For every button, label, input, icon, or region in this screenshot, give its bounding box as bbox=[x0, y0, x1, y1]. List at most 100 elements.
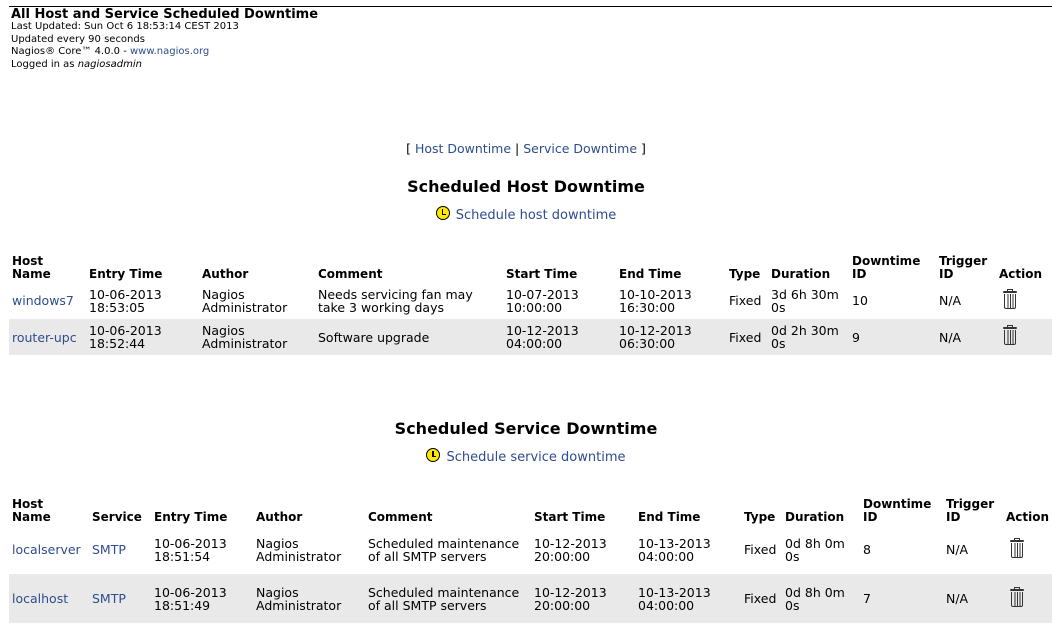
col-host-name[interactable]: Host Name bbox=[9, 248, 86, 282]
host-downtime-link[interactable]: Host Downtime bbox=[415, 141, 511, 156]
version-line: Nagios® Core™ 4.0.0 - www.nagios.org bbox=[11, 46, 318, 59]
action-cell bbox=[1003, 525, 1052, 574]
last-updated: Last Updated: Sun Oct 6 18:53:14 CEST 20… bbox=[11, 21, 239, 32]
end-time: 10-13-2013 04:00:00 bbox=[635, 525, 741, 574]
comment: Scheduled maintenance of all SMTP server… bbox=[365, 574, 531, 623]
col-entry-time[interactable]: Entry Time bbox=[151, 488, 253, 525]
end-time: 10-10-2013 16:30:00 bbox=[616, 282, 726, 319]
page-title: All Host and Service Scheduled Downtime bbox=[11, 7, 319, 22]
host-link[interactable]: windows7 bbox=[12, 293, 74, 308]
col-entry-time[interactable]: Entry Time bbox=[86, 248, 199, 282]
clock-icon bbox=[435, 206, 450, 220]
service-link[interactable]: SMTP bbox=[92, 542, 126, 557]
type: Fixed bbox=[726, 282, 768, 319]
schedule-host-downtime[interactable]: Schedule host downtime bbox=[0, 206, 1052, 223]
start-time: 10-12-2013 20:00:00 bbox=[531, 574, 635, 623]
switcher-sep: | bbox=[511, 141, 524, 156]
action-cell bbox=[996, 282, 1052, 319]
update-interval: Updated every 90 seconds bbox=[11, 33, 145, 45]
duration: 3d 6h 30m 0s bbox=[768, 282, 849, 319]
info-box: All Host and Service Scheduled Downtime … bbox=[11, 8, 318, 71]
nagios-site-link[interactable]: www.nagios.org bbox=[130, 46, 209, 57]
col-trigger-id[interactable]: Trigger ID bbox=[943, 488, 1003, 525]
start-time: 10-07-2013 10:00:00 bbox=[503, 282, 616, 319]
comment: Software upgrade bbox=[315, 319, 503, 355]
author: Nagios Administrator bbox=[199, 319, 315, 355]
col-action: Action bbox=[1006, 510, 1050, 524]
col-downtime-id[interactable]: Downtime ID bbox=[860, 488, 943, 525]
version-text: Nagios® Core™ 4.0.0 - bbox=[11, 46, 130, 57]
trigger-id: N/A bbox=[943, 525, 1003, 574]
col-downtime-id[interactable]: Downtime ID bbox=[849, 248, 936, 282]
service-downtime-table: Host Name Service Entry Time Author Comm… bbox=[9, 488, 1052, 623]
host-table-header: Host Name Entry Time Author Comment Star… bbox=[9, 248, 1052, 282]
action-cell bbox=[1003, 574, 1052, 623]
duration: 0d 8h 0m 0s bbox=[782, 525, 860, 574]
col-start-time[interactable]: Start Time bbox=[531, 488, 635, 525]
entry-time: 10-06-2013 18:53:05 bbox=[86, 282, 199, 319]
type: Fixed bbox=[726, 319, 768, 355]
table-row: windows7 10-06-2013 18:53:05 Nagios Admi… bbox=[9, 282, 1052, 319]
host-link[interactable]: router-upc bbox=[12, 330, 77, 345]
switcher-close: ] bbox=[637, 141, 646, 156]
service-link[interactable]: SMTP bbox=[92, 591, 126, 606]
trash-icon[interactable] bbox=[1010, 586, 1024, 608]
author: Nagios Administrator bbox=[253, 574, 365, 623]
trigger-id: N/A bbox=[936, 282, 996, 319]
end-time: 10-13-2013 04:00:00 bbox=[635, 574, 741, 623]
col-end-time[interactable]: End Time bbox=[635, 488, 741, 525]
col-start-time[interactable]: Start Time bbox=[503, 248, 616, 282]
col-duration[interactable]: Duration bbox=[768, 248, 849, 282]
logged-in-label: Logged in as bbox=[11, 58, 78, 70]
type: Fixed bbox=[741, 525, 782, 574]
author: Nagios Administrator bbox=[253, 525, 365, 574]
trash-icon[interactable] bbox=[1003, 288, 1017, 310]
downtime-switcher: [ Host Downtime | Service Downtime ] bbox=[0, 141, 1052, 156]
col-duration[interactable]: Duration bbox=[782, 488, 860, 525]
start-time: 10-12-2013 04:00:00 bbox=[503, 319, 616, 355]
downtime-id: 9 bbox=[849, 319, 936, 355]
col-comment[interactable]: Comment bbox=[365, 488, 531, 525]
service-downtime-link[interactable]: Service Downtime bbox=[523, 141, 637, 156]
trash-icon[interactable] bbox=[1010, 537, 1024, 559]
service-downtime-title: Scheduled Service Downtime bbox=[394, 419, 658, 438]
col-end-time[interactable]: End Time bbox=[616, 248, 726, 282]
col-action: Action bbox=[999, 267, 1043, 281]
type: Fixed bbox=[741, 574, 782, 623]
col-service[interactable]: Service bbox=[89, 488, 151, 525]
logged-in-user: nagiosadmin bbox=[77, 58, 142, 70]
col-type[interactable]: Type bbox=[726, 248, 768, 282]
clock-icon bbox=[426, 448, 441, 462]
end-time: 10-12-2013 06:30:00 bbox=[616, 319, 726, 355]
table-row: localserver SMTP 10-06-2013 18:51:54 Nag… bbox=[9, 525, 1052, 574]
host-link[interactable]: localhost bbox=[12, 591, 68, 606]
trash-icon[interactable] bbox=[1003, 325, 1017, 346]
schedule-service-downtime-link[interactable]: Schedule service downtime bbox=[446, 450, 625, 465]
schedule-service-downtime[interactable]: Schedule service downtime bbox=[0, 448, 1052, 465]
service-table-header: Host Name Service Entry Time Author Comm… bbox=[9, 488, 1052, 525]
switcher-open: [ bbox=[406, 141, 415, 156]
duration: 0d 8h 0m 0s bbox=[782, 574, 860, 623]
comment: Needs servicing fan may take 3 working d… bbox=[315, 282, 503, 319]
col-comment[interactable]: Comment bbox=[315, 248, 503, 282]
col-type[interactable]: Type bbox=[741, 488, 782, 525]
entry-time: 10-06-2013 18:52:44 bbox=[86, 319, 199, 355]
action-cell bbox=[996, 319, 1052, 355]
host-cell: windows7 bbox=[9, 282, 86, 319]
col-author[interactable]: Author bbox=[253, 488, 365, 525]
col-author[interactable]: Author bbox=[199, 248, 315, 282]
table-row: localhost SMTP 10-06-2013 18:51:49 Nagio… bbox=[9, 574, 1052, 623]
col-host-name[interactable]: Host Name bbox=[9, 488, 89, 525]
downtime-id: 10 bbox=[849, 282, 936, 319]
host-link[interactable]: localserver bbox=[12, 542, 81, 557]
duration: 0d 2h 30m 0s bbox=[768, 319, 849, 355]
service-cell: SMTP bbox=[89, 574, 151, 623]
host-cell: localhost bbox=[9, 574, 89, 623]
downtime-id: 8 bbox=[860, 525, 943, 574]
entry-time: 10-06-2013 18:51:49 bbox=[151, 574, 253, 623]
col-trigger-id[interactable]: Trigger ID bbox=[936, 248, 996, 282]
start-time: 10-12-2013 20:00:00 bbox=[531, 525, 635, 574]
schedule-host-downtime-link[interactable]: Schedule host downtime bbox=[456, 208, 617, 223]
downtime-id: 7 bbox=[860, 574, 943, 623]
service-cell: SMTP bbox=[89, 525, 151, 574]
